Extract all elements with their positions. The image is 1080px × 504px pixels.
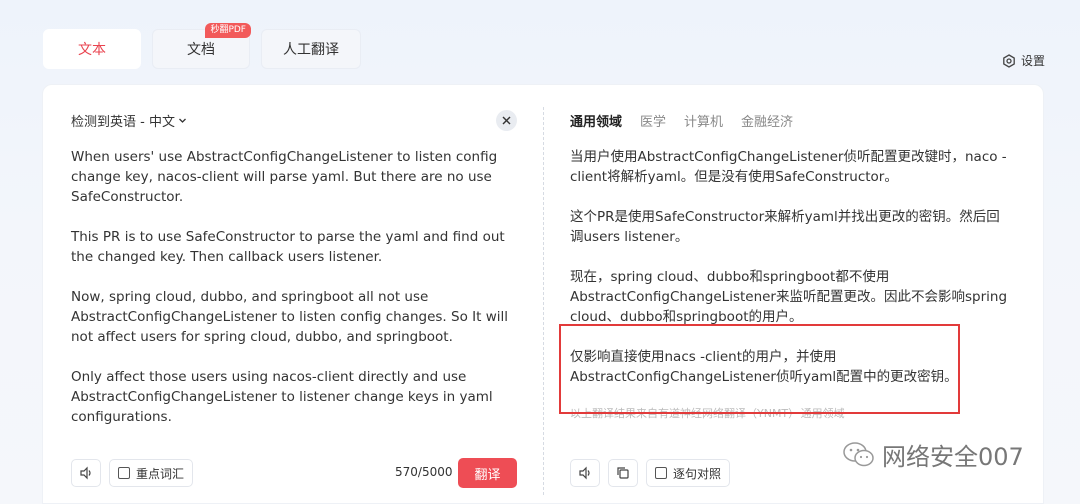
translation-paragraph: 现在，spring cloud、dubbo和springboot都不使用Abst… xyxy=(570,269,1008,325)
source-text-input[interactable]: When users' use AbstractConfigChangeList… xyxy=(71,147,526,447)
tab-text-label: 文本 xyxy=(78,42,106,58)
settings-label: 设置 xyxy=(1020,54,1045,68)
sentence-compare-label: 逐句对照 xyxy=(673,466,722,481)
source-paragraph: When users' use AbstractConfigChangeList… xyxy=(71,149,498,205)
gear-icon xyxy=(1003,53,1015,68)
wechat-icon xyxy=(843,441,874,466)
source-toolbar: 重点词汇 xyxy=(71,459,194,487)
copy-icon xyxy=(617,467,629,479)
clear-button[interactable] xyxy=(496,110,517,131)
speak-translation-button[interactable] xyxy=(570,459,600,487)
tab-domain-medical[interactable]: 医学 xyxy=(640,111,666,130)
speak-source-button[interactable] xyxy=(71,459,101,487)
copy-button[interactable] xyxy=(608,459,638,487)
tab-domain-finance[interactable]: 金融经济 xyxy=(741,111,793,130)
source-paragraph: Now, spring cloud, dubbo, and springboot… xyxy=(71,289,508,345)
key-terms-label: 重点词汇 xyxy=(136,466,185,481)
tab-text[interactable]: 文本 xyxy=(43,29,141,69)
highlight-box xyxy=(559,324,960,414)
tab-document[interactable]: 文档 秒翻PDF xyxy=(152,23,251,69)
target-toolbar: 逐句对照 xyxy=(570,459,731,487)
tab-domain-general[interactable]: 通用领域 xyxy=(570,111,622,130)
tab-human-translation-label: 人工翻译 xyxy=(283,42,339,58)
language-selector-label: 检测到英语 - 中文 xyxy=(71,115,175,130)
mode-tabs: 文本 文档 秒翻PDF 人工翻译 xyxy=(43,23,361,69)
tab-domain-computer[interactable]: 计算机 xyxy=(684,111,723,130)
language-selector[interactable]: 检测到英语 - 中文 xyxy=(71,111,187,130)
checkbox-icon xyxy=(118,467,130,479)
panel-divider xyxy=(543,107,544,495)
domain-tabs: 通用领域 医学 计算机 金融经济 xyxy=(570,111,793,130)
char-count: 570/5000 xyxy=(395,465,453,479)
pdf-badge: 秒翻PDF xyxy=(205,23,251,38)
checkbox-icon xyxy=(655,467,667,479)
watermark-text: 网络安全007 xyxy=(882,443,1024,471)
key-terms-toggle[interactable]: 重点词汇 xyxy=(109,459,194,487)
close-icon xyxy=(502,116,511,125)
wechat-watermark: 网络安全007 xyxy=(842,437,1024,472)
speaker-icon xyxy=(80,466,91,480)
sentence-compare-toggle[interactable]: 逐句对照 xyxy=(646,459,731,487)
translation-paragraph: 这个PR是使用SafeConstructor来解析yaml并找出更改的密钥。然后… xyxy=(570,209,1000,245)
tab-document-label: 文档 xyxy=(187,42,215,58)
speaker-icon xyxy=(579,466,590,480)
chevron-down-icon xyxy=(179,118,186,123)
settings-button[interactable]: 设置 xyxy=(1002,52,1045,69)
source-paragraph: Only affect those users using nacos-clie… xyxy=(71,369,493,425)
tab-human-translation[interactable]: 人工翻译 xyxy=(261,29,361,69)
translate-button[interactable]: 翻译 xyxy=(458,458,517,488)
translation-paragraph: 当用户使用AbstractConfigChangeListener侦听配置更改键… xyxy=(570,149,1007,185)
source-paragraph: This PR is to use SafeConstructor to par… xyxy=(71,229,505,265)
